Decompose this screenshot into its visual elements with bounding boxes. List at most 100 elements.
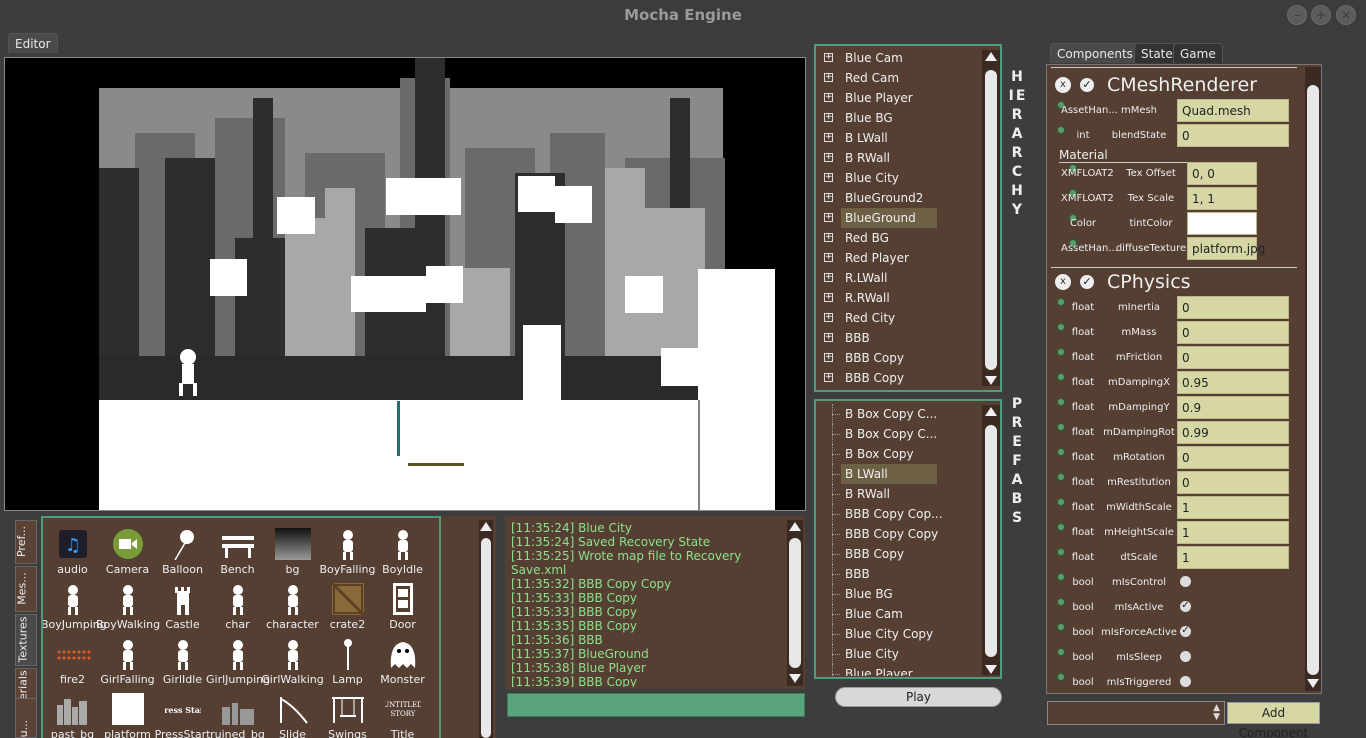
- asset-item[interactable]: BoyWalking: [96, 579, 160, 634]
- asset-item[interactable]: Swings: [320, 689, 375, 738]
- scroll-thumb[interactable]: [985, 70, 997, 370]
- property-value-field[interactable]: 1: [1177, 521, 1289, 544]
- enable-component-checkbox[interactable]: ✓: [1080, 78, 1094, 92]
- property-checkbox[interactable]: ✓: [1180, 626, 1191, 637]
- prefab-item[interactable]: Blue City: [816, 644, 980, 664]
- scroll-down-icon[interactable]: [985, 376, 997, 385]
- expand-icon[interactable]: +: [824, 253, 833, 262]
- hierarchy-item[interactable]: + Red City: [816, 308, 980, 328]
- console-scrollbar[interactable]: [787, 520, 803, 686]
- property-value-field[interactable]: 0: [1177, 124, 1289, 147]
- expand-icon[interactable]: +: [824, 353, 833, 362]
- prefabs-scrollbar[interactable]: [982, 405, 1000, 675]
- hierarchy-item[interactable]: + BBB Copy: [816, 348, 980, 368]
- asset-item[interactable]: bg: [265, 524, 320, 579]
- expand-icon[interactable]: +: [824, 313, 833, 322]
- property-value-field[interactable]: Quad.mesh: [1177, 99, 1289, 122]
- expand-icon[interactable]: +: [824, 293, 833, 302]
- asset-scrollbar[interactable]: [479, 520, 493, 738]
- hierarchy-scrollbar[interactable]: [982, 50, 1000, 386]
- asset-item[interactable]: Camera: [100, 524, 155, 579]
- minimize-button[interactable]: –: [1287, 5, 1307, 25]
- property-checkbox[interactable]: [1180, 651, 1191, 662]
- hierarchy-item[interactable]: + BBB: [816, 328, 980, 348]
- console-input[interactable]: [507, 693, 805, 717]
- hierarchy-item[interactable]: + Red BG: [816, 228, 980, 248]
- scroll-thumb[interactable]: [481, 538, 491, 738]
- tab-prefabs[interactable]: Pref...: [15, 520, 37, 564]
- hierarchy-item[interactable]: + R.RWall: [816, 288, 980, 308]
- asset-item[interactable]: character: [265, 579, 320, 634]
- enable-component-checkbox[interactable]: ✓: [1080, 275, 1094, 289]
- scroll-down-icon[interactable]: [985, 665, 997, 674]
- prefab-item[interactable]: BBB Copy: [816, 544, 980, 564]
- scroll-up-icon[interactable]: [480, 522, 492, 531]
- property-value-field[interactable]: platform.jpg: [1187, 237, 1265, 260]
- property-value-field[interactable]: 0.99: [1177, 421, 1289, 444]
- asset-item[interactable]: Castle: [155, 579, 210, 634]
- prefab-item[interactable]: Blue Cam: [816, 604, 980, 624]
- scroll-thumb[interactable]: [789, 538, 801, 668]
- expand-icon[interactable]: +: [824, 233, 833, 242]
- property-value-field[interactable]: 0: [1177, 346, 1289, 369]
- asset-item[interactable]: GirlIdle: [155, 634, 210, 689]
- editor-viewport[interactable]: [4, 57, 806, 511]
- scroll-thumb[interactable]: [1307, 85, 1319, 675]
- expand-icon[interactable]: +: [824, 73, 833, 82]
- property-checkbox[interactable]: [1180, 676, 1191, 687]
- scroll-up-icon[interactable]: [789, 522, 801, 531]
- prefab-item[interactable]: B Box Copy C...: [816, 424, 980, 444]
- property-value-field[interactable]: 0, 0: [1187, 162, 1257, 185]
- scene-view[interactable]: [5, 58, 805, 510]
- tab-editor[interactable]: Editor: [8, 33, 58, 53]
- asset-item[interactable]: past_bg: [45, 689, 100, 738]
- prefab-item[interactable]: B RWall: [816, 484, 980, 504]
- asset-item[interactable]: GirlJumping: [206, 634, 270, 689]
- asset-item[interactable]: GirlWalking: [261, 634, 324, 689]
- asset-item[interactable]: UNTITLED STORY Title: [375, 689, 430, 738]
- prefab-item[interactable]: Blue BG: [816, 584, 980, 604]
- tab-sounds[interactable]: Sou...: [15, 698, 37, 738]
- asset-item[interactable]: platform: [100, 689, 155, 738]
- expand-icon[interactable]: +: [824, 113, 833, 122]
- expand-icon[interactable]: +: [824, 333, 833, 342]
- asset-item[interactable]: Balloon: [155, 524, 210, 579]
- component-select[interactable]: ▲ ▼: [1047, 701, 1225, 725]
- hierarchy-item[interactable]: + BlueGround: [816, 208, 980, 228]
- property-value-field[interactable]: 0: [1177, 446, 1289, 469]
- hierarchy-item[interactable]: + BlueGround2: [816, 188, 980, 208]
- expand-icon[interactable]: +: [824, 213, 833, 222]
- asset-item[interactable]: ruined_bg: [210, 689, 265, 738]
- hierarchy-item[interactable]: + Red Cam: [816, 68, 980, 88]
- property-checkbox[interactable]: ✓: [1180, 601, 1191, 612]
- expand-icon[interactable]: +: [824, 93, 833, 102]
- expand-icon[interactable]: +: [824, 133, 833, 142]
- asset-item[interactable]: BoyJumping: [43, 579, 107, 634]
- prefab-item[interactable]: B LWall: [816, 464, 980, 484]
- add-component-button[interactable]: Add Component: [1227, 702, 1320, 738]
- play-button[interactable]: Play: [835, 687, 1002, 707]
- hierarchy-item[interactable]: + Blue BG: [816, 108, 980, 128]
- property-value-field[interactable]: [1187, 212, 1257, 235]
- tab-game[interactable]: Game: [1173, 43, 1223, 63]
- prefab-item[interactable]: BBB Copy Copy: [816, 524, 980, 544]
- expand-icon[interactable]: +: [824, 53, 833, 62]
- hierarchy-item[interactable]: + BBB Copy: [816, 368, 980, 388]
- asset-item[interactable]: BoyIdle: [375, 524, 430, 579]
- prefab-item[interactable]: Blue City Copy: [816, 624, 980, 644]
- property-value-field[interactable]: 0: [1177, 471, 1289, 494]
- prefab-item[interactable]: BBB: [816, 564, 980, 584]
- asset-item[interactable]: fire2: [45, 634, 100, 689]
- expand-icon[interactable]: +: [824, 273, 833, 282]
- asset-item[interactable]: Press Start PressStart: [155, 689, 211, 738]
- asset-item[interactable]: Door: [375, 579, 430, 634]
- property-value-field[interactable]: 1: [1177, 546, 1289, 569]
- hierarchy-item[interactable]: + B RWall: [816, 148, 980, 168]
- hierarchy-item[interactable]: + Blue Cam: [816, 48, 980, 68]
- prefab-item[interactable]: BBB Copy Cop...: [816, 504, 980, 524]
- asset-item[interactable]: Lamp: [320, 634, 375, 689]
- scroll-up-icon[interactable]: [985, 407, 997, 416]
- scroll-up-icon[interactable]: [985, 52, 997, 61]
- property-value-field[interactable]: 0.95: [1177, 371, 1289, 394]
- property-checkbox[interactable]: [1180, 576, 1191, 587]
